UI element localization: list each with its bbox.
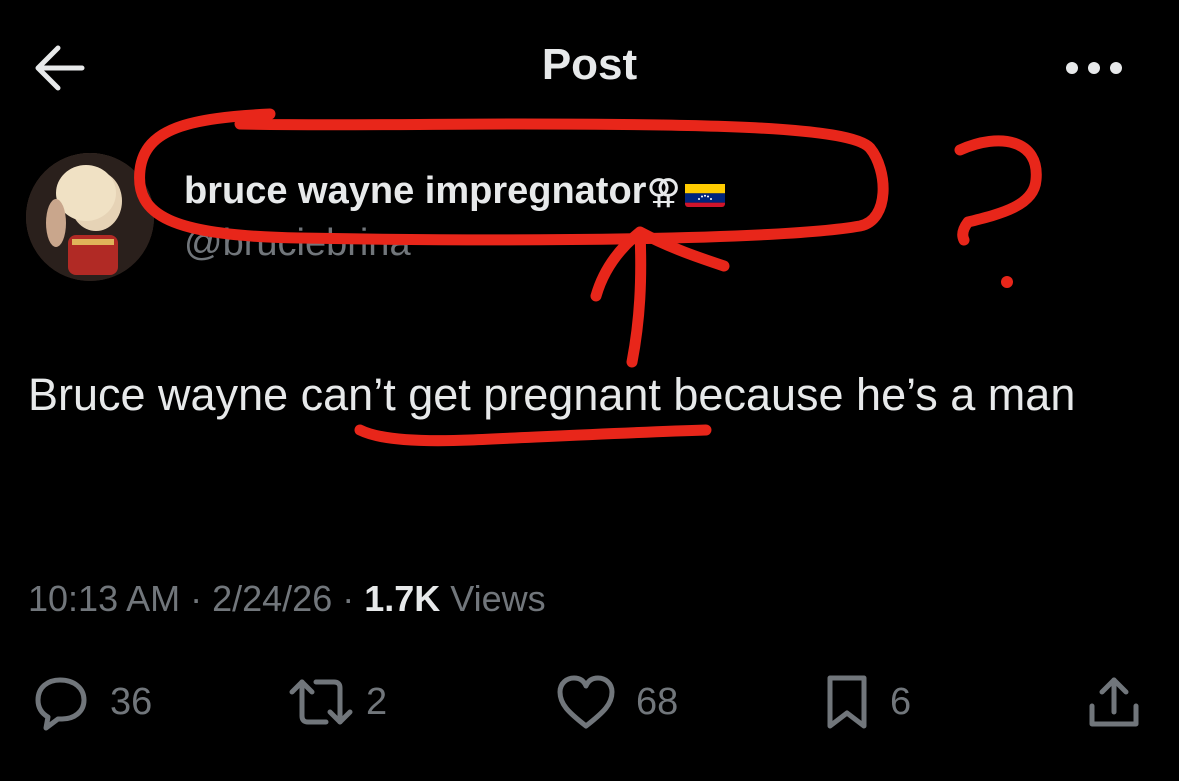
views-label: Views xyxy=(440,578,546,619)
like-count: 68 xyxy=(636,680,679,723)
views-count[interactable]: 1.7K xyxy=(364,578,440,619)
heart-icon xyxy=(557,675,615,729)
like-button[interactable]: 68 xyxy=(554,670,678,734)
post-time: 10:13 AM xyxy=(28,578,181,619)
share-button[interactable] xyxy=(1084,670,1144,734)
more-dots-icon xyxy=(1066,62,1122,74)
page-title: Post xyxy=(541,40,638,89)
meta-separator: · xyxy=(332,578,365,619)
arrow-up-annotation xyxy=(590,226,730,368)
bookmark-count: 6 xyxy=(890,680,912,723)
share-icon xyxy=(1089,677,1139,727)
question-mark-annotation xyxy=(954,135,1042,246)
avatar[interactable] xyxy=(26,153,154,281)
repost-icon xyxy=(289,679,353,725)
author-handle[interactable]: @bruciebrina xyxy=(184,222,411,265)
reply-icon xyxy=(35,677,87,731)
bookmark-icon xyxy=(827,675,867,729)
display-name-text: bruce wayne impregnator xyxy=(184,170,647,212)
meta-separator: · xyxy=(180,578,213,619)
avatar-image xyxy=(26,153,154,281)
post-meta: 10:13 AM · 2/24/26 · 1.7K Views xyxy=(28,578,546,620)
post-text: Bruce wayne can’t get pregnant because h… xyxy=(28,369,1076,420)
reply-count: 36 xyxy=(110,680,153,723)
bookmark-button[interactable]: 6 xyxy=(822,670,911,734)
author-display-name[interactable]: bruce wayne impregnator⚢ xyxy=(184,170,725,213)
question-mark-dot-annotation xyxy=(1001,276,1013,288)
venezuela-flag-icon xyxy=(684,179,725,207)
post-date: 2/24/26 xyxy=(212,578,333,619)
more-options-button[interactable] xyxy=(1058,48,1138,88)
repost-count: 2 xyxy=(366,680,388,723)
repost-button[interactable]: 2 xyxy=(286,670,387,734)
female-symbol-emoji: ⚢ xyxy=(646,173,681,211)
reply-button[interactable]: 36 xyxy=(28,670,152,734)
underline-annotation xyxy=(354,424,712,447)
